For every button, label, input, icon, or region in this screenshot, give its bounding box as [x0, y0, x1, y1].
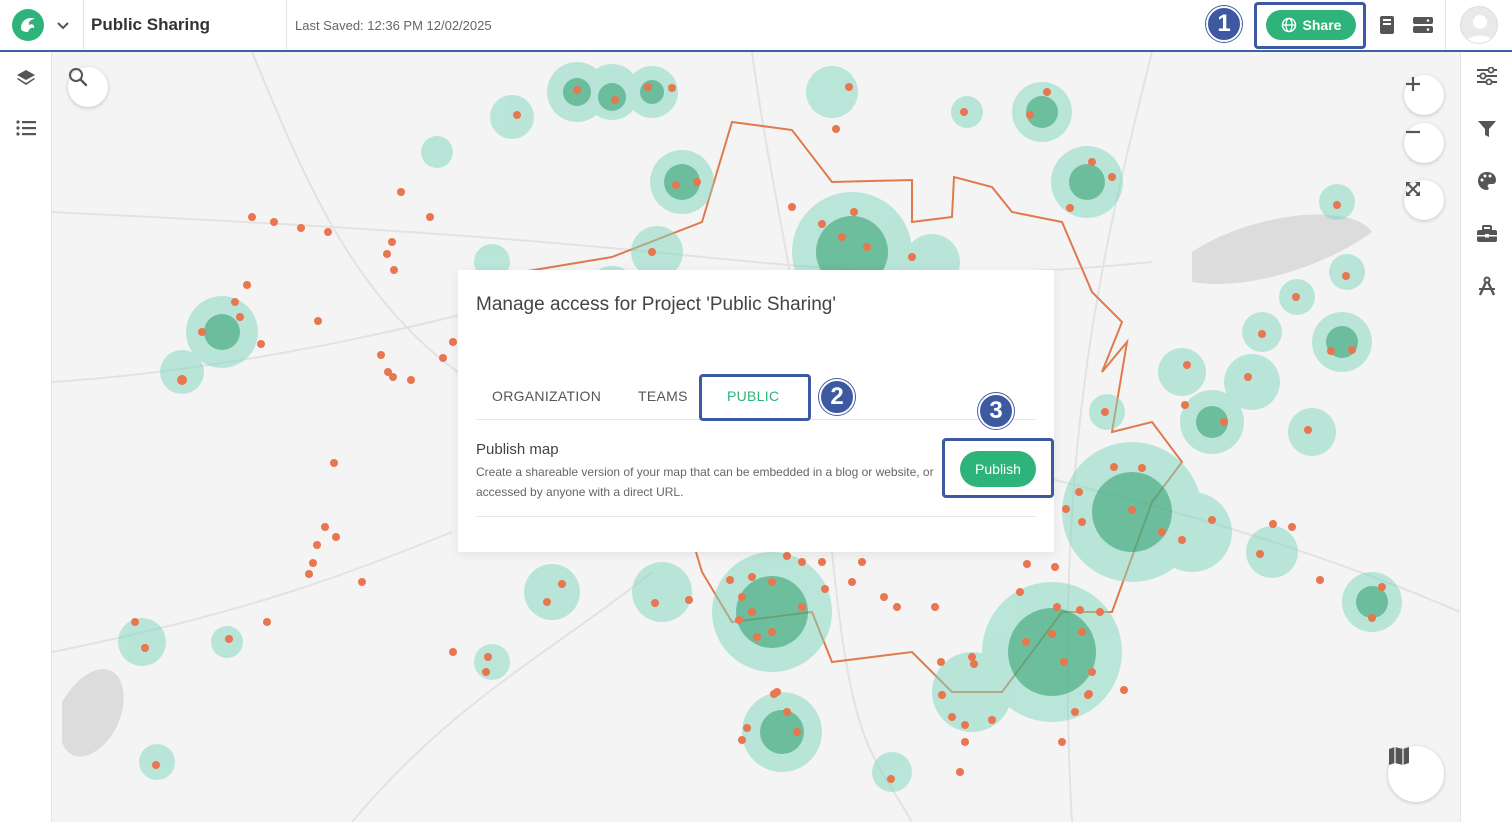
- globe-icon: [1281, 17, 1296, 33]
- logo-icon: [12, 9, 44, 41]
- public-tab-highlight: [699, 374, 811, 421]
- list-icon: [16, 120, 36, 136]
- annotation-badge-3: 3: [978, 393, 1014, 429]
- basemap-button[interactable]: [1388, 746, 1444, 802]
- analysis-button[interactable]: [1475, 274, 1499, 298]
- zoom-out-button[interactable]: [1404, 123, 1444, 163]
- toolbox-icon: [1477, 225, 1497, 242]
- search-icon: [69, 68, 88, 87]
- server-button[interactable]: [1412, 14, 1434, 36]
- tab-organization[interactable]: ORGANIZATION: [492, 388, 601, 404]
- app-menu[interactable]: [0, 0, 84, 50]
- fullscreen-button[interactable]: [1404, 180, 1444, 220]
- zoom-out-icon: [1406, 130, 1420, 134]
- book-icon: [1380, 16, 1394, 34]
- project-title[interactable]: Public Sharing: [84, 0, 287, 50]
- server-icon: [1413, 17, 1433, 33]
- search-button[interactable]: [68, 67, 108, 107]
- share-label: Share: [1302, 17, 1342, 33]
- settings-button[interactable]: [1475, 64, 1499, 88]
- chevron-down-icon: [57, 22, 69, 30]
- book-button[interactable]: [1376, 14, 1398, 36]
- publish-highlight: [942, 438, 1054, 498]
- basemap-icon: [1389, 747, 1409, 765]
- layers-button[interactable]: [14, 66, 38, 90]
- publish-map-title: Publish map: [476, 441, 559, 458]
- zoom-in-icon: [1406, 77, 1420, 91]
- filter-icon: [1478, 121, 1496, 137]
- annotation-badge-1: 1: [1206, 6, 1242, 42]
- layers-icon: [17, 70, 35, 85]
- last-saved-status: Last Saved: 12:36 PM 12/02/2025: [295, 17, 492, 33]
- style-button[interactable]: [1475, 169, 1499, 193]
- publish-map-description: Create a shareable version of your map t…: [476, 465, 934, 499]
- share-button[interactable]: Share: [1266, 10, 1356, 40]
- zoom-in-button[interactable]: [1404, 75, 1444, 115]
- toolbar-divider: [1445, 0, 1446, 50]
- list-button[interactable]: [14, 116, 38, 140]
- avatar[interactable]: [1460, 6, 1498, 44]
- palette-icon: [1478, 172, 1496, 190]
- filter-button[interactable]: [1475, 117, 1499, 141]
- fullscreen-icon: [1406, 182, 1420, 196]
- compass-icon: [1478, 276, 1496, 296]
- dialog-title: Manage access for Project 'Public Sharin…: [476, 294, 836, 315]
- section-divider: [476, 516, 1036, 517]
- annotation-badge-2: 2: [819, 379, 855, 415]
- left-sidebar: [0, 52, 52, 822]
- toolbox-button[interactable]: [1475, 222, 1499, 246]
- right-sidebar: [1460, 52, 1512, 822]
- tab-teams[interactable]: TEAMS: [638, 388, 688, 404]
- sliders-icon: [1477, 67, 1497, 85]
